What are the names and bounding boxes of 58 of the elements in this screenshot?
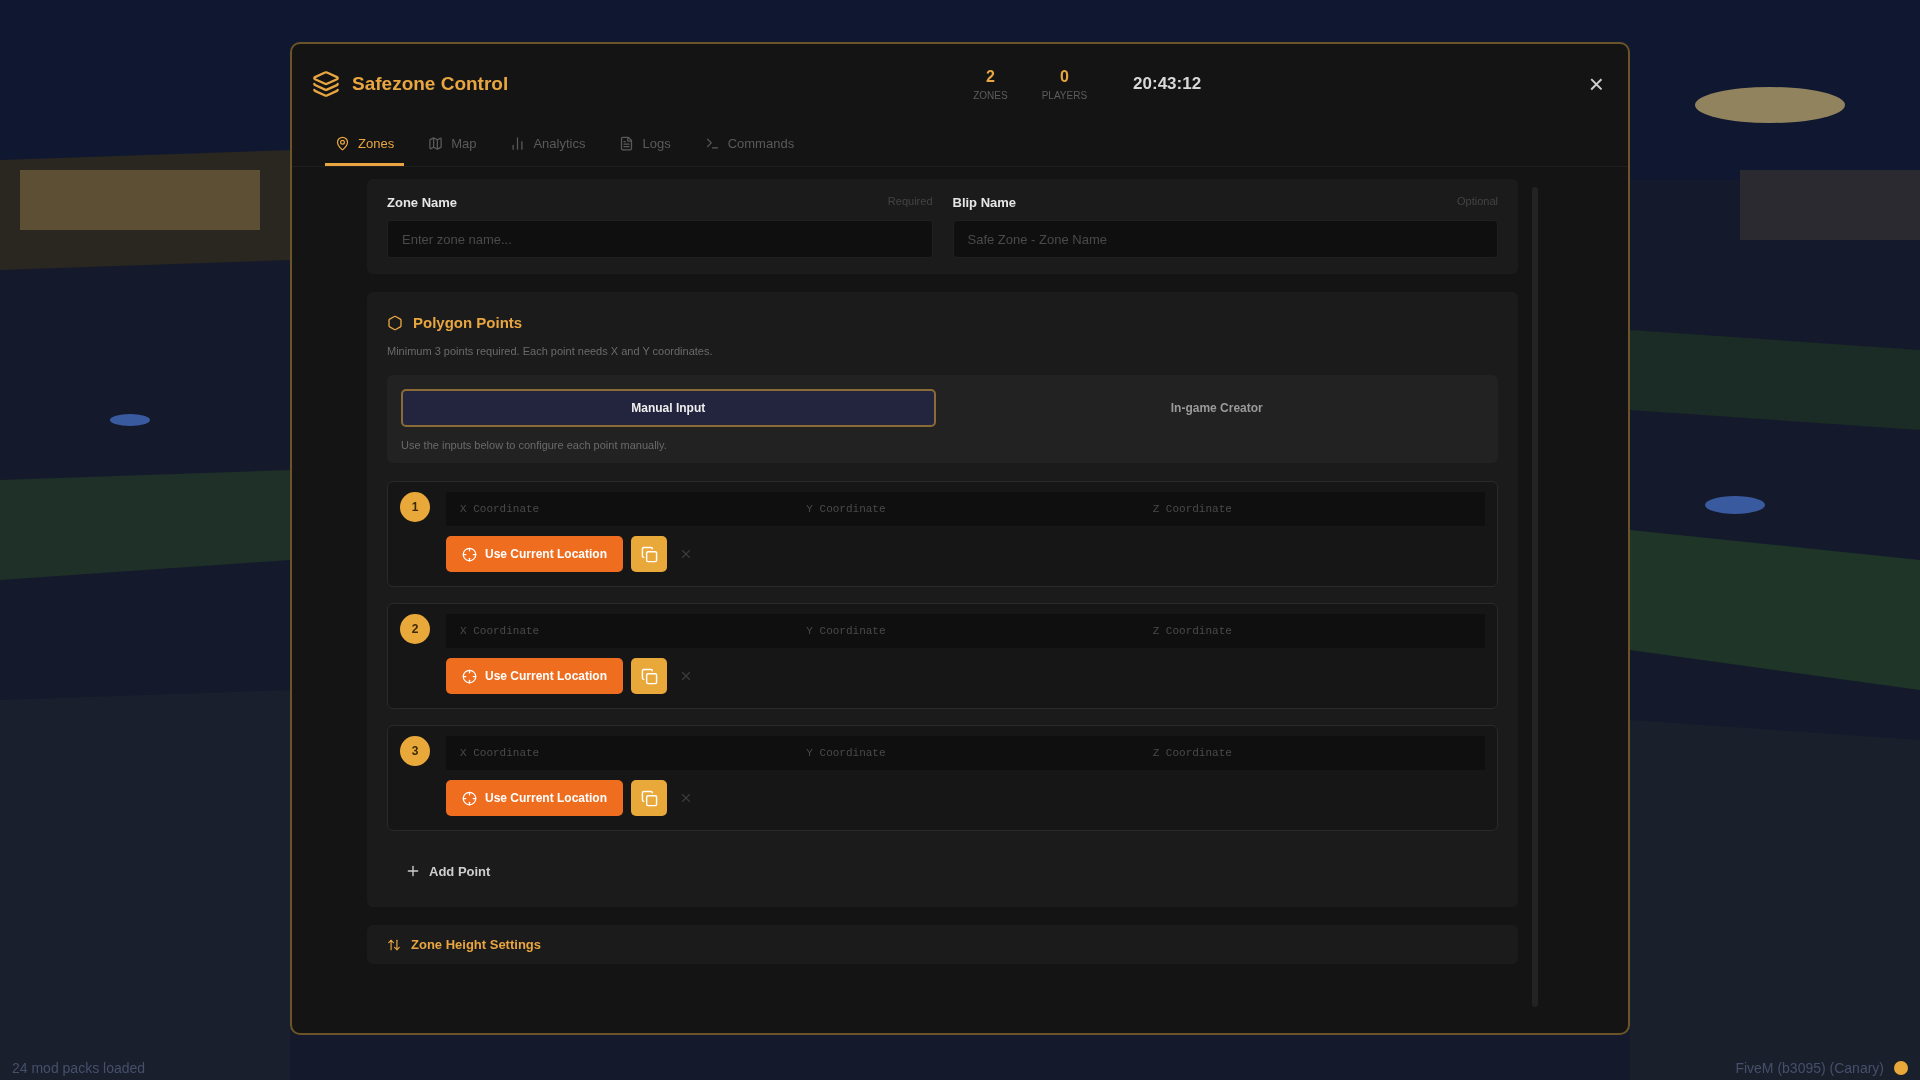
terminal-icon xyxy=(704,136,720,151)
arrows-icon xyxy=(387,937,401,952)
text-field[interactable]: Enter zone name... xyxy=(387,220,933,258)
clock: 20:43:12 xyxy=(1133,74,1202,94)
crosshair-icon xyxy=(462,546,477,562)
document-icon xyxy=(619,136,635,151)
mode-tab[interactable]: In-game Creator xyxy=(949,389,1484,427)
copy-icon xyxy=(640,545,658,563)
coordinate-field[interactable]: X Coordinate xyxy=(446,614,793,648)
status-text: FiveM (b3095) (Canary) xyxy=(1735,1060,1884,1076)
point-number: 2 xyxy=(400,614,430,644)
coordinate-field[interactable]: Y Coordinate xyxy=(792,492,1139,526)
coordinate-field[interactable]: Y Coordinate xyxy=(792,736,1139,770)
field-label: Zone Name xyxy=(387,195,458,210)
use-location-button[interactable]: Use Current Location xyxy=(446,658,623,694)
map-icon xyxy=(428,136,444,151)
copy-button[interactable] xyxy=(631,658,667,694)
bar-chart-icon xyxy=(510,136,526,151)
close-icon xyxy=(679,791,693,805)
tab[interactable]: Map xyxy=(418,124,487,166)
coordinate-field[interactable]: X Coordinate xyxy=(446,492,793,526)
use-location-button[interactable]: Use Current Location xyxy=(446,536,623,572)
coordinate-field[interactable]: Y Coordinate xyxy=(792,614,1139,648)
close-button[interactable]: × xyxy=(1584,68,1608,100)
section-title: Polygon Points xyxy=(413,314,523,331)
copy-icon xyxy=(640,789,658,807)
copy-button[interactable] xyxy=(631,536,667,572)
add-point-button[interactable]: Add Point xyxy=(405,855,491,887)
copy-icon xyxy=(640,667,658,685)
layers-icon xyxy=(312,70,340,98)
copy-button[interactable] xyxy=(631,780,667,816)
status-text: 24 mod packs loaded xyxy=(12,1060,146,1076)
crosshair-icon xyxy=(462,790,477,806)
hexagon-icon xyxy=(387,314,403,331)
section-title: Zone Height Settings xyxy=(411,937,541,952)
text-field[interactable]: Safe Zone - Zone Name xyxy=(952,220,1498,258)
field-label: Blip Name xyxy=(952,195,1017,210)
stat-value: 0 xyxy=(1059,67,1069,86)
mode-tab[interactable]: Manual Input xyxy=(401,389,936,427)
use-location-button[interactable]: Use Current Location xyxy=(446,780,623,816)
tab[interactable]: Zones xyxy=(325,124,405,166)
mode-hint: Use the inputs below to configure each point manually. xyxy=(401,439,668,451)
tab[interactable]: Logs xyxy=(609,124,681,166)
stat-label: PLAYERS xyxy=(1041,89,1088,101)
close-icon xyxy=(679,669,693,683)
coordinate-field[interactable]: X Coordinate xyxy=(446,736,793,770)
section-description: Minimum 3 points required. Each point needs X and Y coordinates. xyxy=(387,345,714,357)
stat-label: ZONES xyxy=(973,89,1008,101)
tab[interactable]: Commands xyxy=(694,124,805,166)
window-title: Safezone Control xyxy=(352,73,509,95)
plus-icon xyxy=(405,863,421,879)
close-icon xyxy=(679,547,693,561)
tab[interactable]: Analytics xyxy=(500,124,596,166)
pin-icon xyxy=(335,136,350,151)
point-number: 3 xyxy=(400,736,430,766)
point-number: 1 xyxy=(400,492,430,522)
stat-value: 2 xyxy=(986,67,995,86)
crosshair-icon xyxy=(462,668,477,684)
